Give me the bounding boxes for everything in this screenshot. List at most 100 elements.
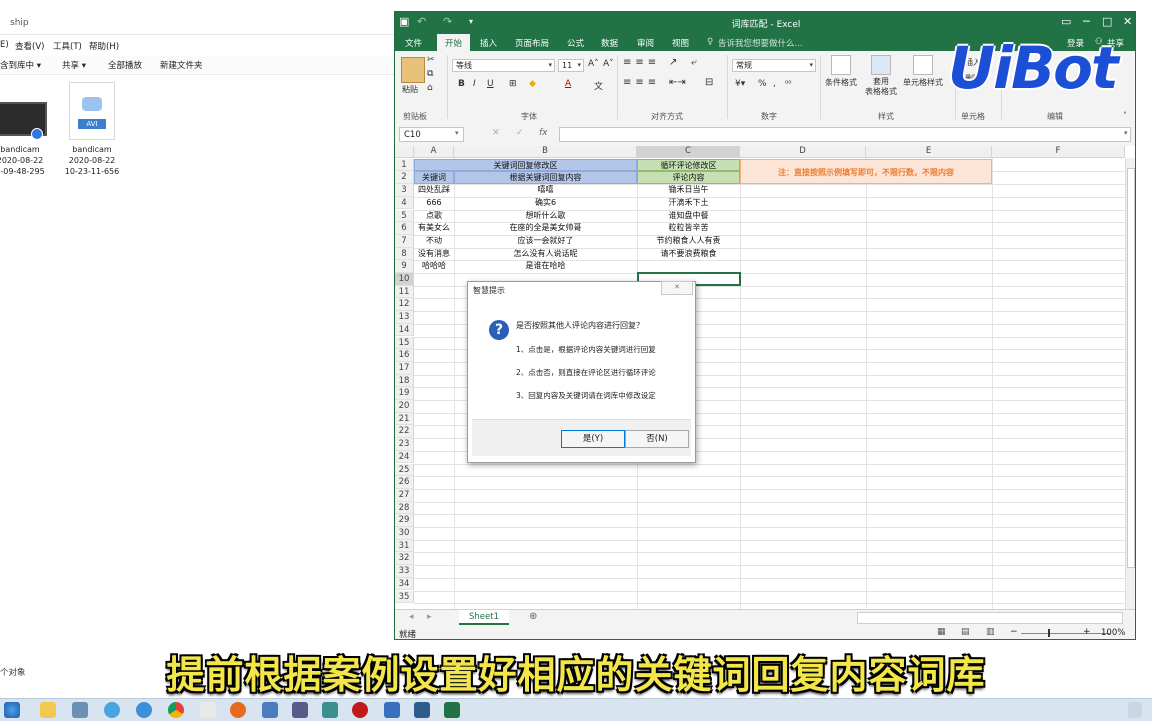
tab-data[interactable]: 数据 (601, 37, 618, 49)
row-header[interactable]: 11 (395, 285, 414, 299)
record-taskbar-icon[interactable] (352, 702, 368, 718)
collapse-ribbon-icon[interactable]: ˄ (1123, 111, 1127, 120)
tab-page-layout[interactable]: 页面布局 (515, 37, 549, 49)
row-header[interactable]: 9 (395, 260, 414, 273)
chrome-taskbar-icon[interactable] (168, 702, 184, 718)
comma-icon[interactable]: , (773, 79, 776, 89)
col-header-f[interactable]: F (992, 146, 1125, 158)
row-header[interactable]: 8 (395, 247, 414, 261)
file-item[interactable]: bandicam 2020-08-22 0-09-48-295 (0, 82, 55, 177)
row-header[interactable]: 23 (395, 438, 414, 451)
menu-edit[interactable]: E) (0, 40, 9, 50)
zoom-in-icon[interactable]: + (1083, 627, 1091, 637)
format-as-table-button[interactable]: 套用 表格格式 (861, 77, 901, 97)
row-header[interactable]: 32 (395, 552, 414, 566)
no-button[interactable]: 否(N) (625, 430, 689, 448)
dialog-close-icon[interactable]: ✕ (661, 281, 693, 295)
excel-taskbar-icon[interactable] (444, 702, 460, 718)
yes-button[interactable]: 是(Y) (561, 430, 625, 448)
ribbon-options-icon[interactable]: ▭ (1061, 15, 1071, 28)
col-header-d[interactable]: D (740, 146, 866, 158)
underline-icon[interactable]: U (487, 79, 494, 89)
cell-styles-icon[interactable] (913, 55, 933, 75)
cell-c7[interactable]: 节约粮食人人有责 (637, 235, 740, 248)
row-header[interactable]: 35 (395, 590, 414, 604)
app-taskbar-icon[interactable] (200, 702, 216, 718)
app-taskbar-icon[interactable] (414, 702, 430, 718)
cut-icon[interactable]: ✂ (427, 55, 435, 65)
zoom-slider[interactable] (1021, 633, 1111, 634)
row-header[interactable]: 24 (395, 450, 414, 464)
sheet-tab-sheet1[interactable]: Sheet1 (459, 610, 509, 625)
cell-c2[interactable]: 评论内容 (637, 171, 740, 185)
decimal-icons[interactable]: ⁰⁰ (785, 79, 791, 88)
col-header-e[interactable]: E (866, 146, 992, 158)
close-icon[interactable]: ✕ (1123, 15, 1132, 28)
row-header[interactable]: 22 (395, 425, 414, 439)
cell-b2[interactable]: 根据关键词回复内容 (454, 171, 637, 185)
confirm-entry-icon[interactable]: ✓ (516, 128, 524, 138)
start-button-icon[interactable] (4, 702, 20, 718)
firefox-taskbar-icon[interactable] (230, 702, 246, 718)
zoom-out-icon[interactable]: − (1010, 627, 1018, 637)
zoom-slider-thumb[interactable] (1048, 629, 1050, 637)
indent-icon[interactable]: ⇤⇥ (669, 77, 686, 88)
decrease-font-icon[interactable]: A˅ (603, 59, 614, 69)
tab-review[interactable]: 审阅 (637, 37, 654, 49)
cell-a2[interactable]: 关键词 (414, 171, 454, 185)
font-color-icon[interactable]: A (565, 79, 571, 89)
new-folder-button[interactable]: 新建文件夹 (160, 59, 203, 71)
row-header[interactable]: 29 (395, 514, 414, 527)
play-all-button[interactable]: 全部播放 (108, 59, 142, 71)
row-header[interactable]: 33 (395, 565, 414, 578)
cell-c3[interactable]: 锄禾日当午 (637, 184, 740, 197)
row-header[interactable]: 14 (395, 323, 414, 337)
row-header[interactable]: 13 (395, 311, 414, 324)
row-header[interactable]: 16 (395, 349, 414, 362)
tab-home[interactable]: 开始 (437, 34, 471, 51)
cell-a6[interactable]: 有美女么 (414, 222, 454, 235)
copy-icon[interactable]: ⧉ (427, 69, 433, 79)
app-taskbar-icon[interactable] (322, 702, 338, 718)
conditional-format-icon[interactable] (831, 55, 851, 75)
cell-a8[interactable]: 没有消息 (414, 248, 454, 261)
minimize-icon[interactable]: ─ (1083, 15, 1090, 28)
add-sheet-icon[interactable]: ⊕ (529, 611, 537, 622)
row-header[interactable]: 19 (395, 387, 414, 400)
app-taskbar-icon[interactable] (262, 702, 278, 718)
row-header[interactable]: 27 (395, 488, 414, 502)
format-painter-icon[interactable]: ⌂ (427, 83, 433, 93)
zoom-level[interactable]: 100% (1101, 628, 1125, 638)
app-taskbar-icon[interactable] (384, 702, 400, 718)
fx-icon[interactable]: fx (539, 128, 548, 138)
row-header[interactable]: 3 (395, 184, 414, 197)
row-header[interactable]: 5 (395, 209, 414, 223)
font-name-combo[interactable]: 等线 (452, 59, 555, 72)
formula-input[interactable] (559, 127, 1131, 142)
next-sheet-icon[interactable]: ▸ (427, 612, 432, 622)
cell-c5[interactable]: 谁知盘中餐 (637, 210, 740, 223)
app-taskbar-icon[interactable] (136, 702, 152, 718)
app-taskbar-icon[interactable] (104, 702, 120, 718)
cell-b7[interactable]: 应该一会就好了 (454, 235, 637, 248)
cell-c4[interactable]: 汗滴禾下土 (637, 197, 740, 210)
cell-b3[interactable]: 嘻嘻 (454, 184, 637, 197)
cell-b4[interactable]: 确实6 (454, 197, 637, 210)
bold-icon[interactable]: B (458, 79, 465, 89)
cell-styles-button[interactable]: 单元格样式 (903, 77, 943, 88)
row-header[interactable]: 12 (395, 298, 414, 312)
tab-view[interactable]: 视图 (672, 37, 689, 49)
accounting-format-icon[interactable]: ¥▾ (735, 79, 745, 89)
maximize-icon[interactable]: □ (1102, 15, 1112, 28)
col-header-a[interactable]: A (414, 146, 454, 158)
vertical-align-icons[interactable]: ≡≡≡ (623, 57, 660, 68)
include-in-library-button[interactable]: 含到库中 ▾ (0, 59, 41, 71)
row-header[interactable]: 2 (395, 171, 414, 185)
tab-insert[interactable]: 插入 (480, 37, 497, 49)
cell-c8[interactable]: 请不要浪费粮食 (637, 248, 740, 261)
horizontal-scrollbar[interactable] (857, 612, 1123, 624)
cell-c6[interactable]: 粒粒皆辛苦 (637, 222, 740, 235)
cell-a7[interactable]: 不动 (414, 235, 454, 248)
menu-view[interactable]: 查看(V) (15, 40, 44, 52)
paste-icon[interactable] (401, 57, 425, 83)
